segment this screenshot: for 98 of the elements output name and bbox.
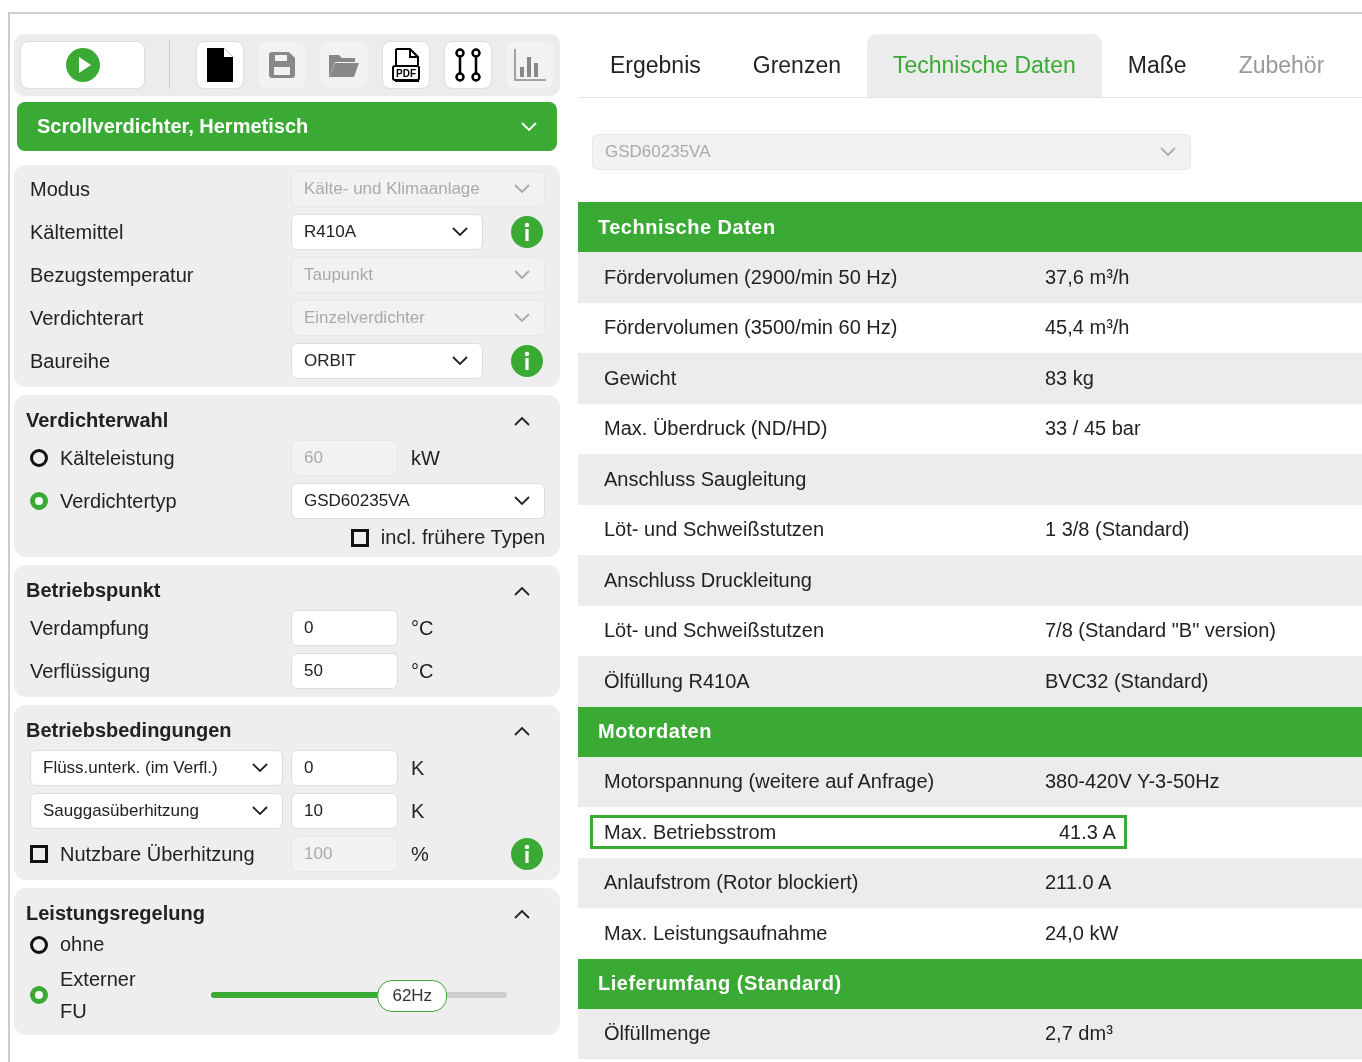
tab[interactable]: Maße: [1101, 34, 1213, 97]
table-cell-text: 33 / 45 bar: [1045, 417, 1142, 441]
radio-button[interactable]: [30, 935, 48, 954]
field-label: Verdampfung: [30, 616, 150, 640]
table-cell-text: 37,6 m³/h: [1045, 265, 1131, 289]
play-icon: [65, 48, 100, 82]
table-cell-text: 45,4 m³/h: [1045, 316, 1131, 340]
unit-label: K: [410, 756, 426, 780]
toolbar-button[interactable]: [444, 41, 492, 89]
chevron-down-icon: [514, 184, 530, 194]
field-label: Verflüssigung: [30, 659, 152, 683]
folder-icon: [329, 53, 359, 77]
unit-label: K: [410, 799, 426, 823]
table-cell-text: 83 kg: [1045, 366, 1095, 390]
checkbox-label: incl. frühere Typen: [380, 526, 545, 549]
section-title: Betriebspunkt: [26, 579, 161, 602]
table-cell-text: Fördervolumen (3500/min 60 Hz): [604, 316, 899, 340]
chevron-up-icon: [514, 415, 530, 426]
dropdown[interactable]: GSD60235VA: [291, 483, 545, 519]
tab[interactable]: Ergebnis: [584, 34, 727, 97]
chevron-up-icon: [514, 725, 530, 736]
input-field[interactable]: 10: [291, 793, 398, 829]
checkbox[interactable]: [350, 528, 369, 547]
chevron-down-icon: [252, 763, 268, 773]
checkbox[interactable]: [30, 845, 48, 863]
table-cell-text: Löt- und Schweißstutzen: [604, 619, 826, 643]
dropdown[interactable]: Flüss.unterk. (im Verfl.): [30, 750, 283, 786]
field-label: Verdichterart: [30, 306, 145, 330]
chevron-down-icon: [514, 313, 530, 323]
table-cell-text: Löt- und Schweißstutzen: [604, 518, 826, 542]
table-cell-text: 2,7 dm³: [1045, 1022, 1114, 1046]
section-title: Leistungsregelung: [26, 902, 205, 925]
table-cell-text: Anschluss Druckleitung: [604, 568, 813, 592]
table-cell-text: 7/8 (Standard "B" version): [1045, 619, 1277, 643]
radio-label: Verdichtertyp: [60, 489, 177, 513]
table-cell-text: Fördervolumen (2900/min 50 Hz): [604, 265, 899, 289]
chevron-down-icon: [514, 496, 530, 506]
dropdown[interactable]: Sauggasüberhitzung: [30, 793, 283, 829]
checkbox-label: Nutzbare Überhitzung: [60, 842, 255, 866]
chevron-down-icon: [452, 356, 468, 366]
table-cell-text: 211.0 A: [1045, 871, 1113, 895]
unit-label: kW: [410, 446, 441, 470]
table-cell-text: Anlaufstrom (Rotor blockiert): [604, 871, 860, 895]
table-section-header: Motordaten: [578, 706, 1362, 757]
field-label: Bezugstemperatur: [30, 263, 195, 287]
dropdown[interactable]: R410A: [291, 214, 483, 250]
field-label: Modus: [30, 177, 92, 201]
toolbar-button[interactable]: [196, 41, 244, 89]
radio-label: ohne: [60, 933, 105, 956]
input-field[interactable]: 50: [291, 653, 398, 689]
table-cell-text: Anschluss Saugleitung: [604, 467, 808, 491]
dropdown[interactable]: ORBIT: [291, 343, 483, 379]
slider[interactable]: 62Hz: [211, 979, 507, 1011]
table-cell-text: 380-420V Y-3-50Hz: [1045, 770, 1221, 794]
chevron-down-icon: [521, 121, 537, 132]
unit-label: %: [410, 842, 430, 866]
field-label: Baureihe: [30, 349, 112, 373]
chevron-up-icon: [514, 908, 530, 919]
input-field[interactable]: 0: [291, 750, 398, 786]
table-cell-text: Ölfüllmenge: [604, 1022, 712, 1046]
field-label: Kältemittel: [30, 220, 125, 244]
section-title: Verdichterwahl: [26, 409, 169, 432]
table-cell-text: Max. Betriebsstrom: [604, 820, 778, 844]
section-title: Betriebsbedingungen: [26, 719, 232, 742]
table-cell-text: 41.3 A: [1059, 820, 1117, 844]
toolbar-button[interactable]: PDF: [382, 41, 430, 89]
table-cell-text: BVC32 (Standard): [1045, 669, 1210, 693]
unit-label: °C: [410, 659, 435, 683]
radio-label: Kälteleistung: [60, 446, 175, 470]
table-section-header: Lieferumfang (Standard): [578, 958, 1362, 1009]
radio-button[interactable]: [30, 986, 48, 1004]
table-cell-text: Motorspannung (weitere auf Anfrage): [604, 770, 936, 794]
bar-chart-icon: [514, 49, 546, 81]
chevron-down-icon: [452, 227, 468, 237]
info-icon[interactable]: [511, 838, 543, 870]
radio-label: Externer FU: [60, 967, 137, 1024]
slider-thumb[interactable]: 62Hz: [377, 980, 448, 1012]
table-cell-text: Max. Leistungsaufnahme: [604, 921, 829, 945]
info-icon[interactable]: [511, 216, 543, 248]
chevron-down-icon: [252, 806, 268, 816]
chevron-up-icon: [514, 585, 530, 596]
table-cell-text: Ölfüllung R410A: [604, 669, 751, 693]
run-button[interactable]: [20, 41, 145, 89]
radio-button[interactable]: [30, 449, 48, 467]
unit-label: °C: [410, 616, 435, 640]
table-cell-text: Gewicht: [604, 366, 678, 390]
input-field[interactable]: 0: [291, 610, 398, 646]
connection-icon: [455, 48, 481, 82]
table-cell-text: 24,0 kW: [1045, 921, 1120, 945]
radio-button[interactable]: [30, 492, 48, 510]
info-icon[interactable]: [511, 345, 543, 377]
tab[interactable]: Grenzen: [726, 34, 867, 97]
chevron-down-icon: [1160, 147, 1176, 157]
table-cell-text: Max. Überdruck (ND/HD): [604, 417, 829, 441]
table-section-header: Technische Daten: [578, 202, 1362, 252]
chevron-down-icon: [514, 270, 530, 280]
file-icon: [207, 48, 233, 82]
table-cell-text: 1 3/8 (Standard): [1045, 518, 1191, 542]
